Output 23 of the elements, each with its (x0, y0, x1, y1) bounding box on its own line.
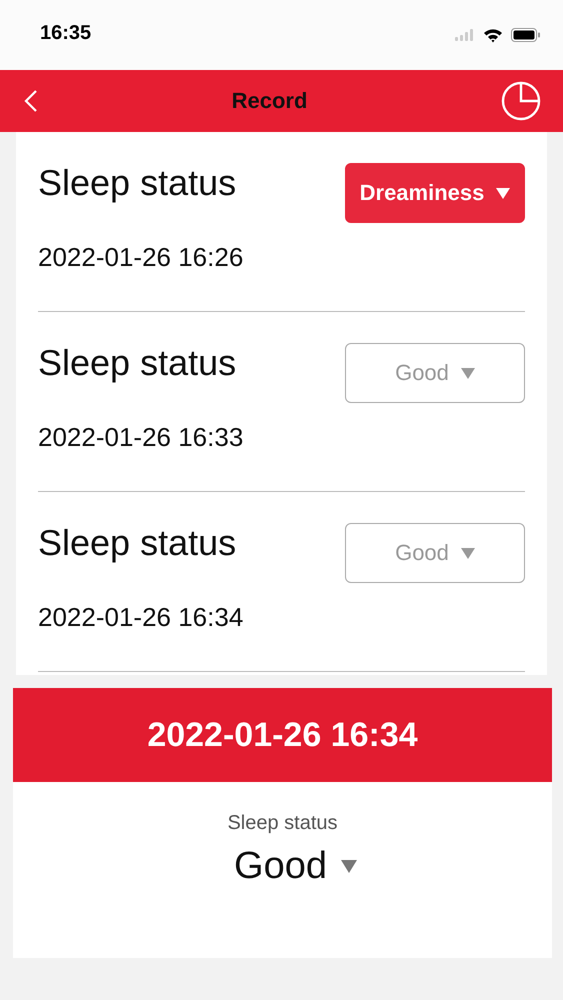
record-label: Sleep status (38, 162, 238, 204)
value-dropdown[interactable]: Good (208, 845, 357, 888)
detail-time: 2022-01-26 16:34 (147, 716, 418, 754)
pie-chart-icon[interactable] (500, 81, 541, 121)
caret-icon (340, 860, 357, 873)
nav-title: Record (232, 88, 308, 114)
record-time: 2022-01-26 16:33 (38, 422, 244, 453)
caret-icon (460, 548, 475, 558)
status-dropdown[interactable]: Good (345, 343, 525, 403)
record-label: Sleep status (38, 522, 238, 564)
status-time: 16:35 (40, 22, 92, 44)
caret-icon (496, 188, 510, 198)
detail-label: Sleep status (227, 812, 338, 835)
battery-icon (511, 28, 541, 42)
signal-icon (455, 29, 475, 41)
status-dropdown[interactable]: Good (345, 523, 525, 583)
record-time: 2022-01-26 16:26 (38, 242, 244, 273)
record-time: 2022-01-26 16:34 (38, 602, 244, 633)
wifi-icon (483, 28, 503, 42)
caret-icon (460, 368, 475, 378)
record-label: Sleep status (38, 342, 238, 384)
status-dropdown[interactable]: Dreaminess (345, 163, 525, 223)
back-icon[interactable] (24, 89, 38, 113)
